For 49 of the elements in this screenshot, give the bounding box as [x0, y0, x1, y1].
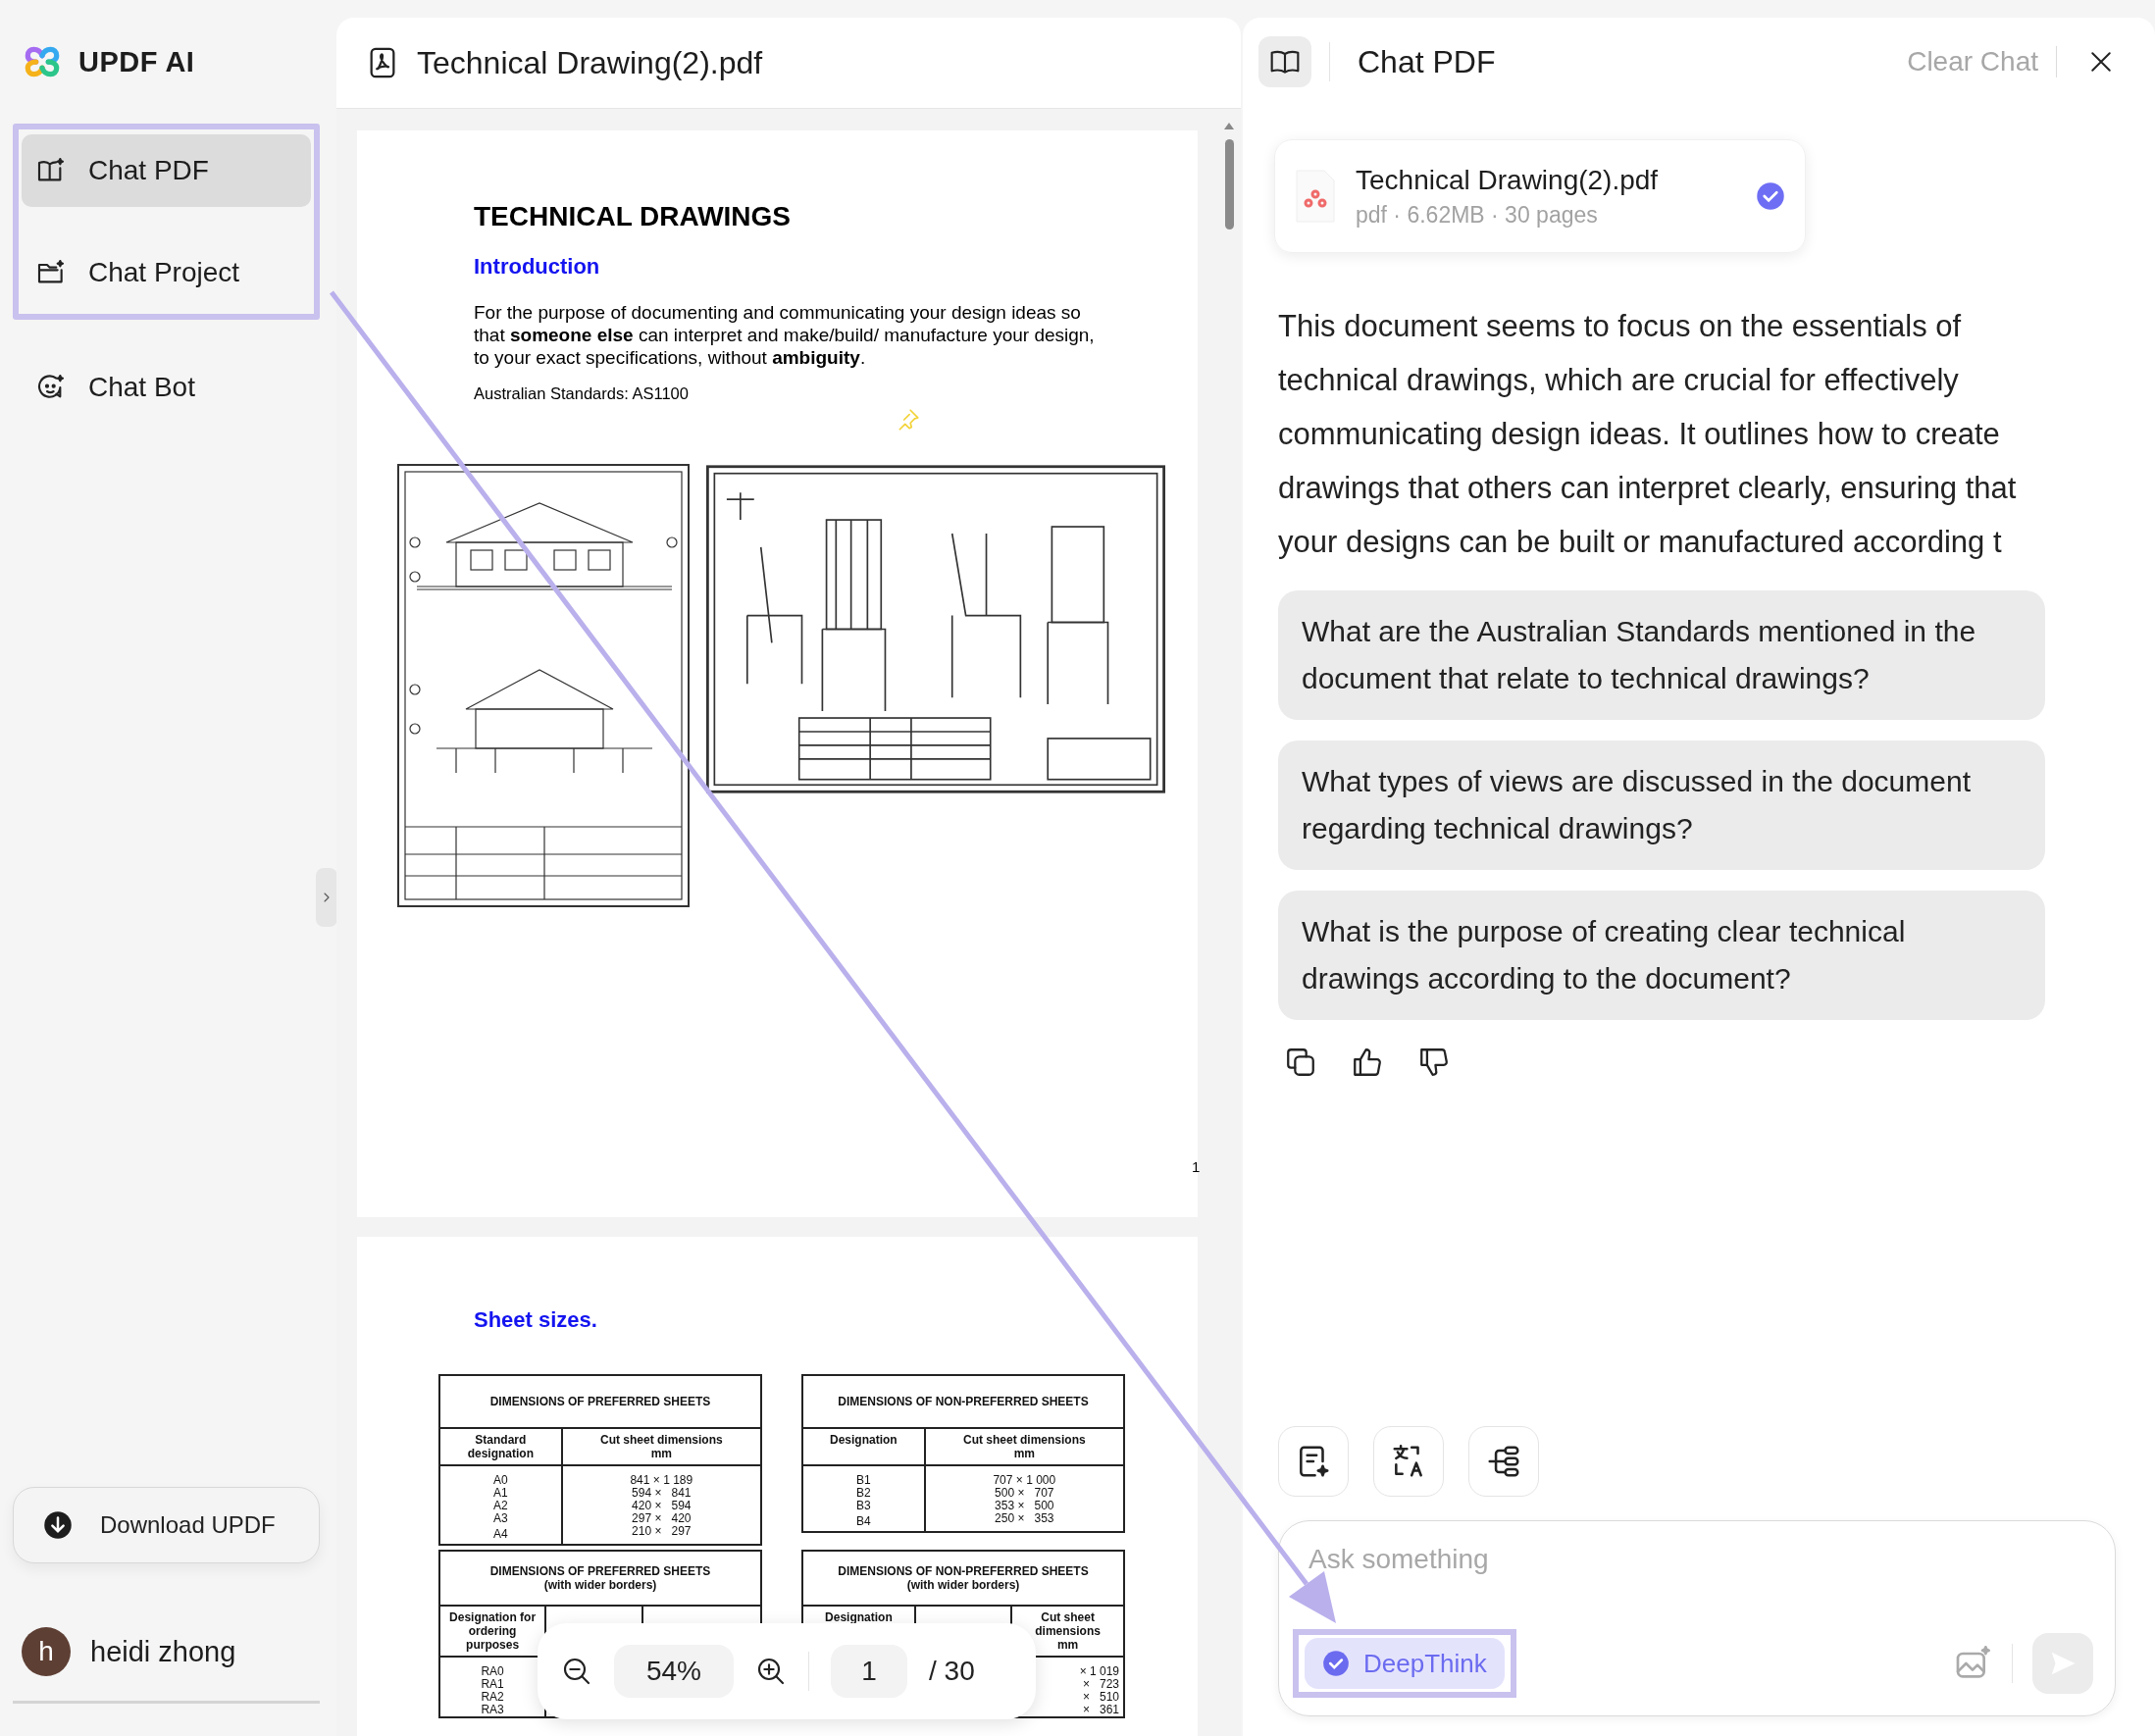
copy-button[interactable]: [1284, 1046, 1317, 1079]
sidebar-item[interactable]: Chat PDF: [22, 134, 311, 207]
book-button[interactable]: [1258, 36, 1311, 87]
sidebar-item[interactable]: Chat Bot: [22, 351, 311, 424]
user-name: heidi zhong: [90, 1635, 236, 1668]
thumbs-down-button[interactable]: [1417, 1046, 1451, 1079]
brand-name: UPDF AI: [78, 45, 195, 78]
thumbs-down-icon: [1417, 1046, 1451, 1079]
page-number: 1: [1192, 1158, 1201, 1175]
sidebar-item[interactable]: Chat Project: [22, 236, 311, 309]
file-meta: pdf · 6.62MB · 30 pages: [1356, 201, 1599, 229]
page-subheading: Introduction: [474, 254, 601, 280]
page-paragraph: For the purpose of documenting and communicating your design ideas so that someone else can interpret and make/build/ manufacture your design, to your exact specifications, without ambiguity.: [474, 301, 1096, 369]
suggested-question[interactable]: What are the Australian Standards mentioned in the document that relate to technical drawings?: [1278, 590, 2045, 720]
sheet-size-table: DIMENSIONS OF PREFERRED SHEETS Standard designation Cut sheet dimensions mm A0 841 × 1 189 A1 594 × 841 A2 420 × 594 A3 297 × 420 A4 210 × 297: [438, 1374, 762, 1546]
summarize-button[interactable]: [1278, 1426, 1349, 1497]
page-number-field[interactable]: 1: [831, 1645, 907, 1698]
scroll-up-icon: [1224, 123, 1234, 129]
download-button[interactable]: Download UPDF: [13, 1487, 320, 1563]
zoom-in-button[interactable]: [755, 1656, 787, 1687]
suggested-question[interactable]: What types of views are discussed in the document regarding technical drawings?: [1278, 740, 2045, 870]
document-title: Technical Drawing(2).pdf: [417, 44, 763, 81]
thumbs-up-button[interactable]: [1351, 1046, 1384, 1079]
zoom-out-button[interactable]: [561, 1656, 592, 1687]
zoom-out-icon: [561, 1656, 592, 1687]
page-heading: TECHNICAL DRAWINGS: [474, 201, 793, 232]
file-name: Technical Drawing(2).pdf: [1356, 164, 1660, 196]
translate-button[interactable]: [1373, 1426, 1444, 1497]
zoom-level-field[interactable]: 54%: [614, 1645, 734, 1698]
page-total: / 30: [929, 1656, 975, 1687]
page-text: Australian Standards: AS1100: [474, 384, 690, 403]
zoom-in-icon: [755, 1656, 787, 1687]
mind-map-button[interactable]: [1468, 1426, 1539, 1497]
user-avatar[interactable]: h: [22, 1627, 71, 1676]
check-circle-icon: [1322, 1650, 1350, 1677]
download-icon: [43, 1510, 73, 1540]
check-circle-icon[interactable]: [1756, 181, 1785, 211]
ask-input-field[interactable]: Ask something: [1293, 1543, 2093, 1576]
answer-text: This document seems to focus on the essentials of technical drawings, which are crucial for effectively communicating design ideas. It outlines how to create drawings that others can interpret clearly, ensuring that your designs can be built or manufactured according t: [1278, 308, 2018, 561]
copy-icon: [1284, 1046, 1317, 1079]
file-card[interactable]: Technical Drawing(2).pdf pdf · 6.62MB · 30 pages: [1274, 139, 1806, 253]
pdf-file-icon: [1295, 169, 1336, 224]
thumbs-up-icon: [1351, 1046, 1384, 1079]
chat-title: Chat PDF: [1358, 43, 1497, 80]
scrollbar-thumb[interactable]: [1224, 139, 1234, 230]
page-subheading: Sheet sizes.: [474, 1307, 598, 1333]
sheet-size-table: DIMENSIONS OF NON-PREFERRED SHEETS Designation Cut sheet dimensions mm B1 707 × 1 000 B2 500 × 707 B3 353 × 500 B4 250 × 353: [801, 1374, 1125, 1533]
collapse-handle[interactable]: [316, 868, 337, 927]
suggested-question[interactable]: What is the purpose of creating clear technical drawings according to the document?: [1278, 891, 2045, 1020]
